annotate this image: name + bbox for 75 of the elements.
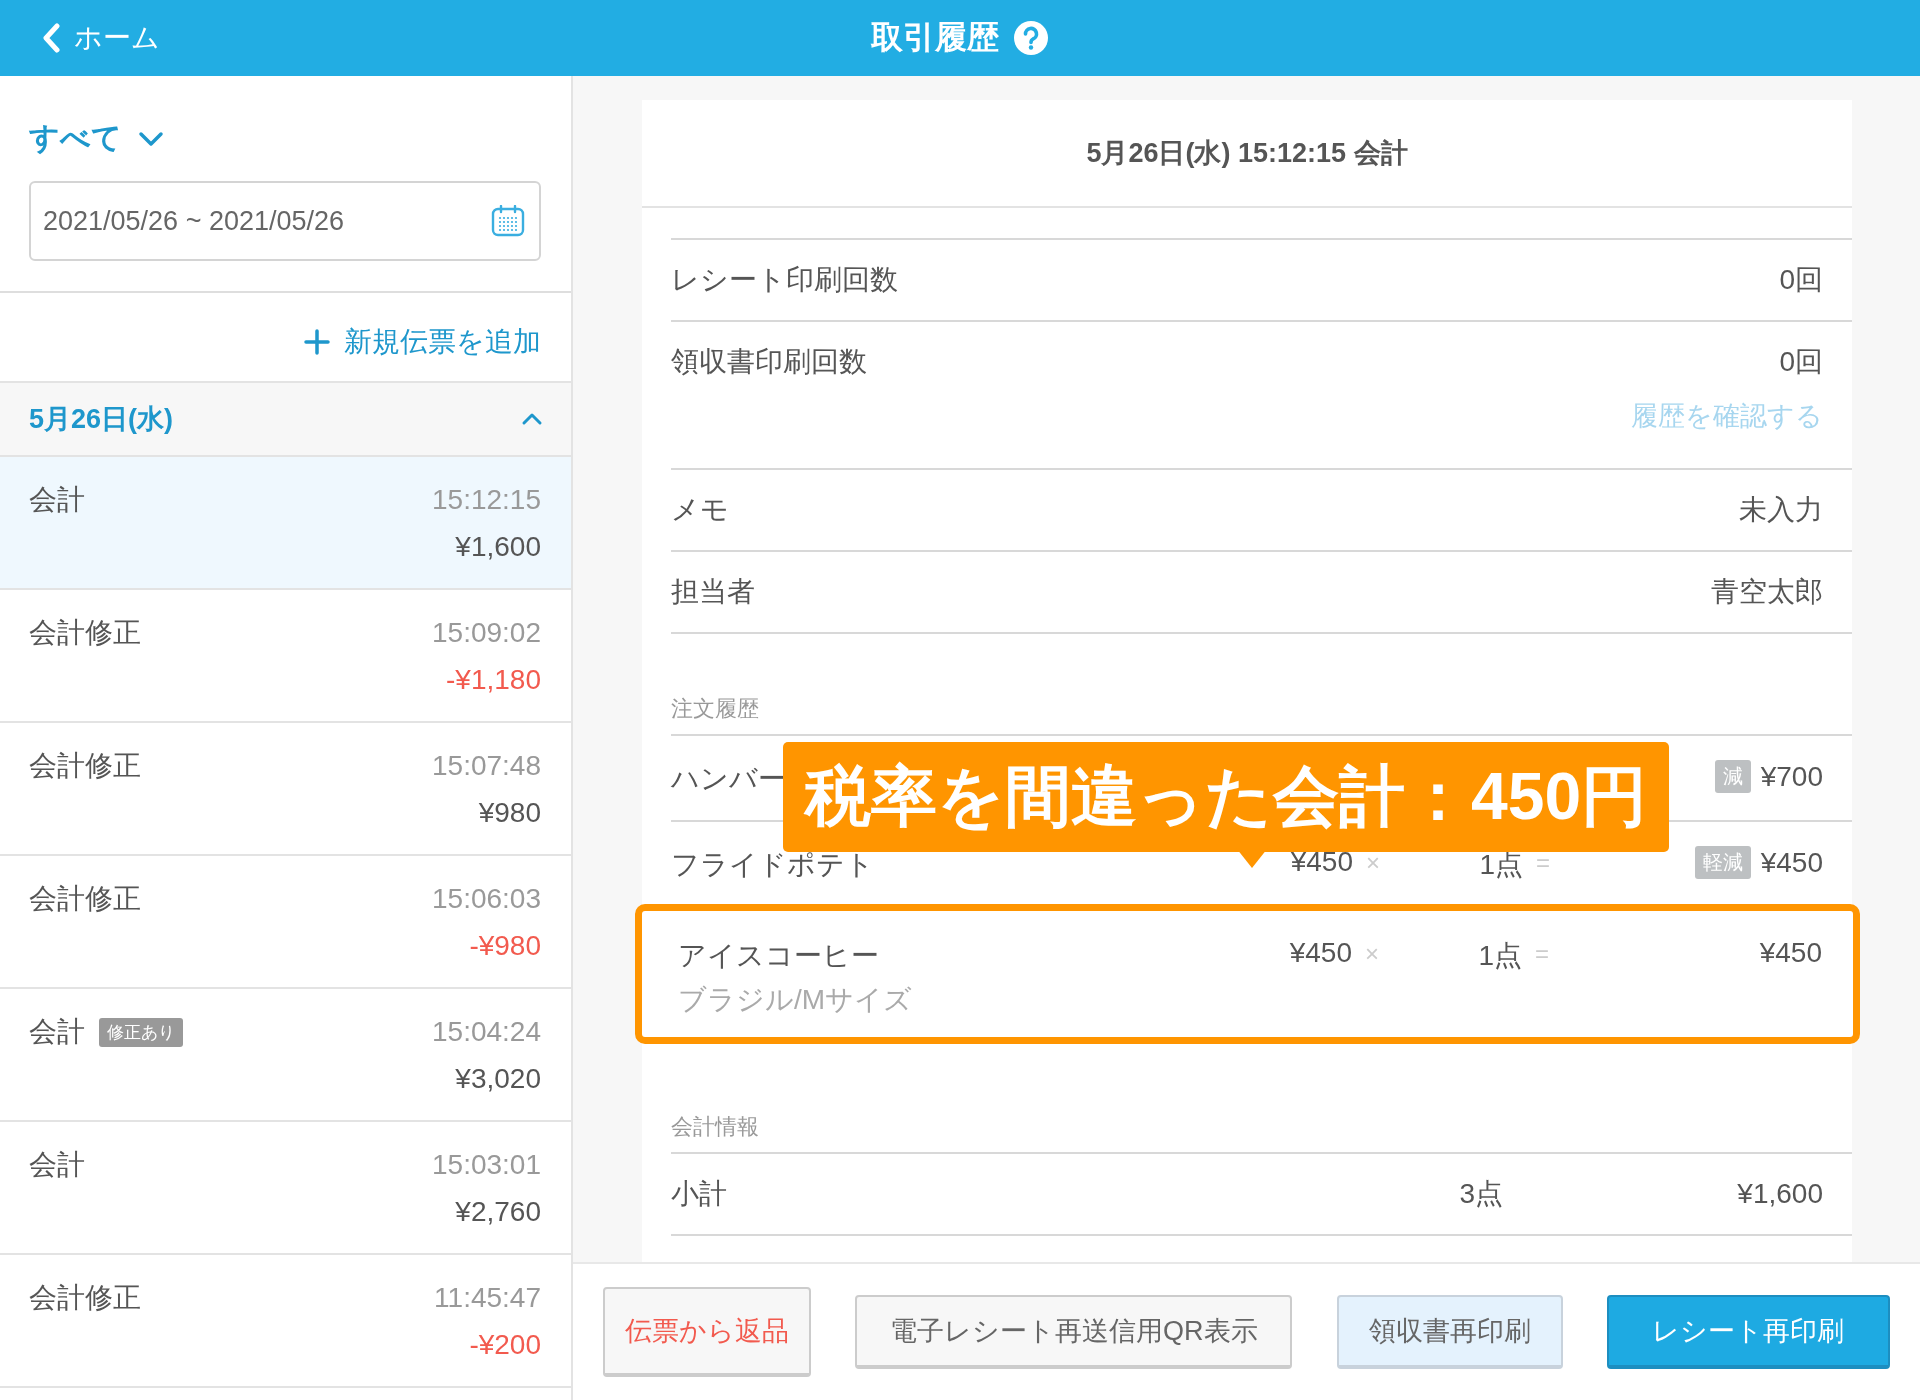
info-label: 領収書印刷回数 bbox=[671, 345, 867, 379]
transaction-item[interactable]: 会計修正 15:06:03 -¥980 bbox=[0, 856, 571, 989]
filter-dropdown[interactable]: すべて bbox=[29, 118, 164, 159]
transaction-item[interactable]: 会計 修正あり 15:04:24 ¥3,020 bbox=[0, 989, 571, 1122]
item-quantity: 1点 bbox=[1479, 849, 1523, 880]
equals-sign: = bbox=[1536, 849, 1550, 876]
transaction-type: 会計修正 bbox=[29, 1281, 141, 1315]
transaction-amount: -¥980 bbox=[469, 930, 541, 962]
times-sign: × bbox=[1366, 849, 1380, 876]
unit-price: ¥450 bbox=[1289, 937, 1352, 968]
transaction-type: 会計 bbox=[29, 1015, 85, 1049]
transaction-time: 15:07:48 bbox=[432, 750, 541, 782]
transaction-item[interactable]: 会計修正 15:07:48 ¥980 bbox=[0, 723, 571, 856]
date-range-field[interactable]: 2021/05/26 ~ 2021/05/26 bbox=[29, 181, 541, 261]
transaction-type: 会計 bbox=[29, 1148, 85, 1182]
item-total: ¥700 bbox=[1760, 760, 1823, 793]
transaction-type: 会計修正 bbox=[29, 882, 141, 916]
calendar-icon[interactable] bbox=[491, 205, 525, 237]
transaction-item[interactable]: 会計 15:03:01 ¥2,760 bbox=[0, 1122, 571, 1255]
subtotal-label: 小計 bbox=[671, 1177, 728, 1211]
info-value: 未入力 bbox=[1739, 493, 1823, 527]
section-label: 会計情報 bbox=[671, 1044, 1852, 1154]
revised-tag: 修正あり bbox=[99, 1017, 183, 1047]
transaction-type: 会計修正 bbox=[29, 749, 141, 783]
info-label: 担当者 bbox=[671, 575, 755, 609]
section-label: 注文履歴 bbox=[671, 634, 1852, 736]
item-option: ブラジル/Mサイズ bbox=[678, 981, 913, 1019]
chevron-up-icon bbox=[521, 412, 543, 426]
transaction-amount: -¥1,180 bbox=[446, 664, 541, 696]
transaction-time: 15:12:15 bbox=[432, 484, 541, 516]
help-icon[interactable] bbox=[1013, 20, 1049, 56]
info-value: 青空太郎 bbox=[1711, 575, 1823, 609]
page-title: 取引履歴 bbox=[871, 18, 999, 57]
item-name: アイスコーヒー bbox=[678, 939, 879, 973]
transaction-time: 11:45:47 bbox=[434, 1282, 541, 1314]
transaction-amount: ¥980 bbox=[478, 797, 541, 829]
date-group-header[interactable]: 5月26日(水) bbox=[0, 381, 571, 457]
transaction-time: 15:09:02 bbox=[432, 617, 541, 649]
transaction-amount: -¥200 bbox=[469, 1329, 541, 1361]
callout-bubble: 税率を間違った会計：450円 bbox=[783, 742, 1670, 852]
action-button[interactable]: 伝票から返品 bbox=[603, 1287, 811, 1377]
reduced-tax-tag: 軽減 bbox=[1694, 846, 1751, 879]
transaction-item[interactable]: 会計 15:12:15 ¥1,600 bbox=[0, 457, 571, 590]
chevron-left-icon bbox=[42, 23, 60, 53]
item-total: ¥450 bbox=[1759, 937, 1822, 969]
transaction-item[interactable]: 会計修正 15:09:02 -¥1,180 bbox=[0, 590, 571, 723]
reduced-tax-tag: 減 bbox=[1714, 760, 1751, 793]
action-button[interactable]: 領収書再印刷 bbox=[1336, 1295, 1563, 1369]
transaction-amount: ¥1,600 bbox=[455, 531, 541, 563]
item-total: ¥450 bbox=[1760, 846, 1823, 879]
transaction-amount: ¥3,020 bbox=[455, 1063, 541, 1095]
receipt-title: 5月26日(水) 15:12:15 会計 bbox=[642, 100, 1852, 208]
times-sign: × bbox=[1365, 940, 1379, 967]
chevron-down-icon bbox=[138, 130, 164, 147]
equals-sign: = bbox=[1535, 940, 1549, 967]
transaction-type: 会計修正 bbox=[29, 616, 141, 650]
subtotal-quantity: 3点 bbox=[1458, 1177, 1503, 1211]
action-button[interactable]: 電子レシート再送信用QR表示 bbox=[855, 1295, 1293, 1369]
transaction-time: 15:04:24 bbox=[432, 1016, 541, 1048]
transaction-amount: ¥2,760 bbox=[455, 1196, 541, 1228]
transaction-type: 会計 bbox=[29, 483, 85, 517]
item-name: ハンバー bbox=[671, 762, 786, 796]
info-label: メモ bbox=[671, 493, 729, 527]
item-quantity: 1点 bbox=[1478, 940, 1522, 971]
info-value: 0回 bbox=[1779, 263, 1823, 297]
transaction-time: 15:03:01 bbox=[432, 1149, 541, 1181]
date-range-text: 2021/05/26 ~ 2021/05/26 bbox=[43, 205, 345, 237]
transaction-item[interactable]: 会計修正 11:45:47 -¥200 bbox=[0, 1255, 571, 1388]
info-label: レシート印刷回数 bbox=[671, 263, 898, 297]
add-slip-link[interactable]: 新規伝票を追加 bbox=[304, 323, 541, 361]
info-value: 0回 bbox=[1779, 345, 1823, 379]
subtotal-amount: ¥1,600 bbox=[1736, 1178, 1823, 1210]
date-group-label: 5月26日(水) bbox=[29, 403, 174, 436]
transaction-time: 15:06:03 bbox=[432, 883, 541, 915]
plus-icon bbox=[304, 329, 330, 355]
